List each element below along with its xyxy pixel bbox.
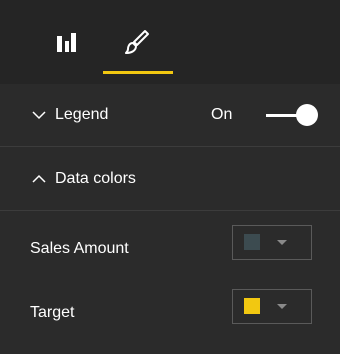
target-label: Target <box>30 304 75 321</box>
data-color-row-sales-amount: Sales Amount <box>0 218 340 278</box>
active-tab-indicator <box>103 71 173 74</box>
target-swatch <box>244 298 260 314</box>
sales-amount-color-picker[interactable] <box>232 225 312 260</box>
sales-amount-label: Sales Amount <box>30 240 129 257</box>
legend-section-header[interactable]: Legend On <box>0 84 340 147</box>
chevron-up-icon <box>32 174 46 183</box>
sales-amount-swatch <box>244 234 260 250</box>
legend-toggle[interactable] <box>258 99 320 131</box>
paintbrush-icon <box>125 30 149 54</box>
legend-toggle-label: On <box>211 106 233 123</box>
bar-chart-icon <box>57 33 76 52</box>
legend-label: Legend <box>55 106 109 123</box>
data-color-row-target: Target <box>0 282 340 342</box>
toggle-knob <box>296 104 318 126</box>
target-color-picker[interactable] <box>232 289 312 324</box>
chevron-down-icon <box>277 304 287 309</box>
chevron-down-icon <box>32 111 46 120</box>
data-colors-section-header[interactable]: Data colors <box>0 148 340 211</box>
data-colors-label: Data colors <box>55 170 136 187</box>
toggle-track <box>266 114 300 117</box>
chevron-down-icon <box>277 240 287 245</box>
visualization-tabbar <box>0 0 340 84</box>
tab-fields[interactable] <box>34 0 100 84</box>
